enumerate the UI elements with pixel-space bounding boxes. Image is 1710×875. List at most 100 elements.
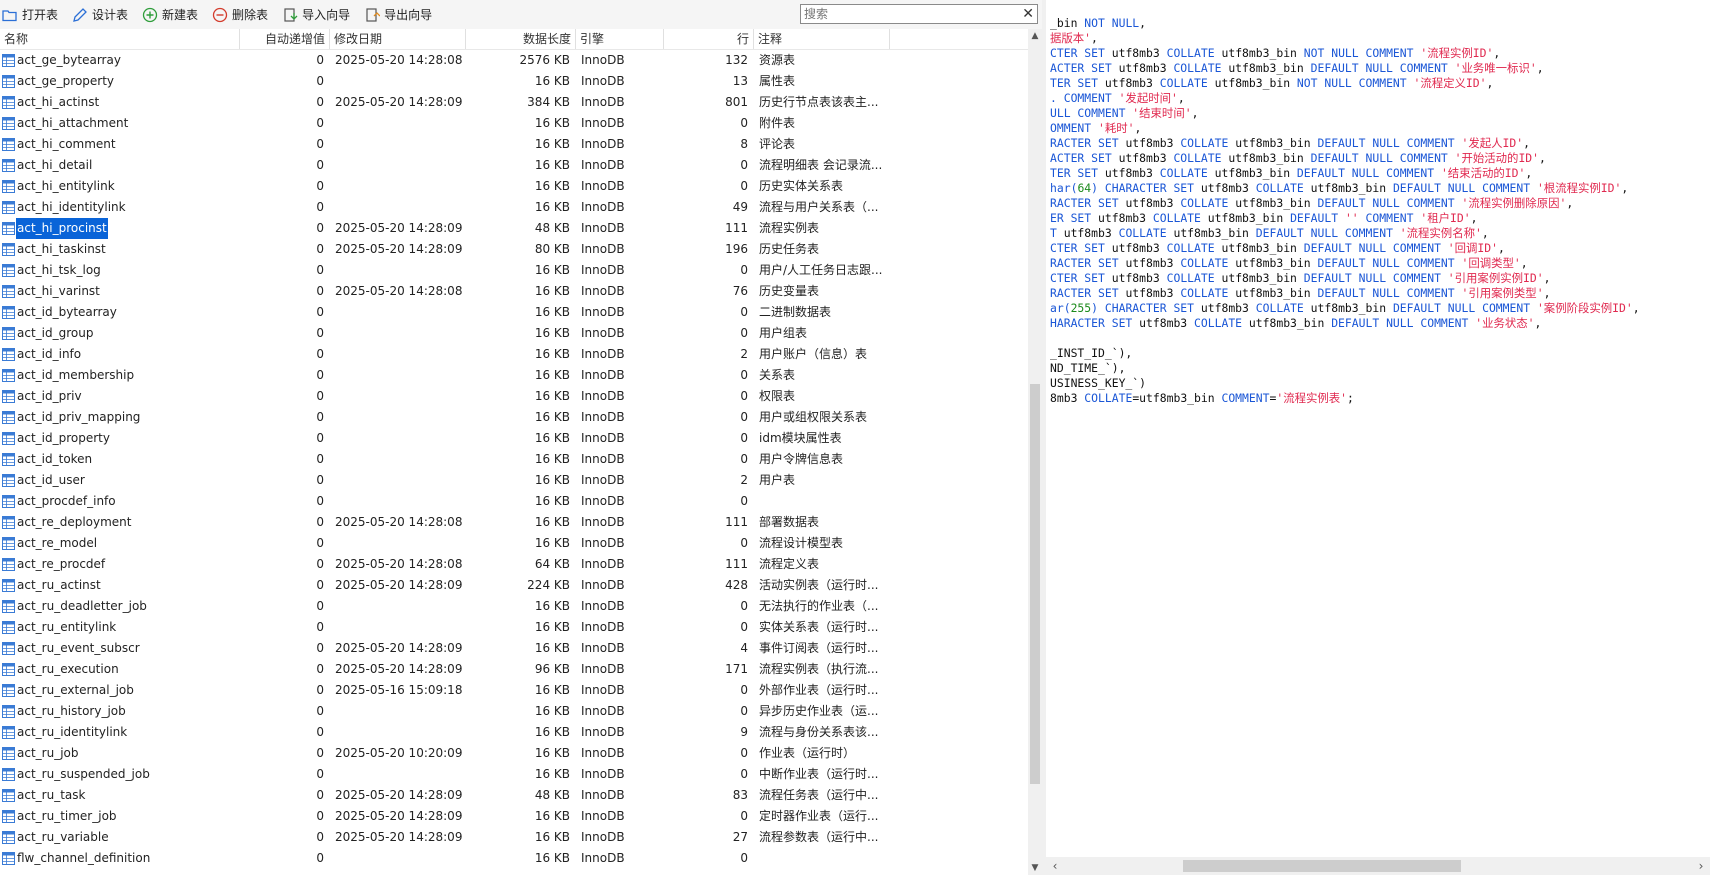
table-name-cell[interactable]: flw_channel_definition: [0, 848, 240, 869]
table-row[interactable]: act_hi_procinst 0 2025-05-20 14:28:09 48 KB…: [0, 218, 1028, 239]
table-name-cell[interactable]: act_id_token: [0, 449, 240, 470]
table-row[interactable]: act_re_model 0 16 KB InnoDB 0 流程设计模型表: [0, 533, 1028, 554]
table-name-cell[interactable]: act_id_priv: [0, 386, 240, 407]
open-table-button[interactable]: 打开表: [0, 4, 62, 26]
column-header-rows[interactable]: 行: [664, 29, 754, 49]
table-name-cell[interactable]: act_ru_history_job: [0, 701, 240, 722]
table-name-cell[interactable]: act_ru_timer_job: [0, 806, 240, 827]
table-row[interactable]: act_id_user 0 16 KB InnoDB 2 用户表: [0, 470, 1028, 491]
export-wizard-button[interactable]: 导出向导: [362, 4, 436, 26]
table-name-cell[interactable]: act_ru_execution: [0, 659, 240, 680]
column-header-modified-date[interactable]: 修改日期: [330, 29, 466, 49]
table-name-cell[interactable]: act_ru_suspended_job: [0, 764, 240, 785]
table-name-cell[interactable]: act_hi_varinst: [0, 281, 240, 302]
table-list-vertical-scrollbar[interactable]: ▲ ▼: [1028, 29, 1042, 875]
scroll-up-icon[interactable]: ▲: [1028, 29, 1042, 43]
table-row[interactable]: act_hi_taskinst 0 2025-05-20 14:28:09 80 KB…: [0, 239, 1028, 260]
scrollbar-thumb[interactable]: [1030, 384, 1040, 784]
table-row[interactable]: act_id_token 0 16 KB InnoDB 0 用户令牌信息表: [0, 449, 1028, 470]
table-name-cell[interactable]: act_ge_bytearray: [0, 50, 240, 71]
table-row[interactable]: act_ru_timer_job 0 2025-05-20 14:28:09 16 K…: [0, 806, 1028, 827]
table-row[interactable]: act_ru_variable 0 2025-05-20 14:28:09 16 KB…: [0, 827, 1028, 848]
ddl-horizontal-scrollbar[interactable]: ‹ ›: [1046, 857, 1710, 875]
table-row[interactable]: act_ru_suspended_job 0 16 KB InnoDB 0 中断作业表（运…: [0, 764, 1028, 785]
table-row[interactable]: flw_channel_definition 0 16 KB InnoDB 0: [0, 848, 1028, 869]
table-name-cell[interactable]: act_hi_procinst: [0, 218, 240, 239]
table-name-cell[interactable]: act_ru_deadletter_job: [0, 596, 240, 617]
import-wizard-button[interactable]: 导入向导: [280, 4, 354, 26]
scroll-down-icon[interactable]: ▼: [1028, 861, 1042, 875]
table-name-cell[interactable]: act_hi_actinst: [0, 92, 240, 113]
table-row[interactable]: act_id_info 0 16 KB InnoDB 2 用户账户（信息）表: [0, 344, 1028, 365]
column-header-data-length[interactable]: 数据长度: [466, 29, 576, 49]
table-name-cell[interactable]: act_id_priv_mapping: [0, 407, 240, 428]
table-row[interactable]: act_ru_external_job 0 2025-05-16 15:09:18 1…: [0, 680, 1028, 701]
table-name-cell[interactable]: act_hi_attachment: [0, 113, 240, 134]
table-name-cell[interactable]: act_hi_identitylink: [0, 197, 240, 218]
table-name-cell[interactable]: act_hi_tsk_log: [0, 260, 240, 281]
table-row[interactable]: act_procdef_info 0 16 KB InnoDB 0: [0, 491, 1028, 512]
table-row[interactable]: act_hi_comment 0 16 KB InnoDB 8 评论表: [0, 134, 1028, 155]
design-table-button[interactable]: 设计表: [70, 4, 132, 26]
table-name-cell[interactable]: act_id_property: [0, 428, 240, 449]
table-row[interactable]: act_ru_task 0 2025-05-20 14:28:09 48 KB Inno…: [0, 785, 1028, 806]
table-row[interactable]: act_id_group 0 16 KB InnoDB 0 用户组表: [0, 323, 1028, 344]
table-name-cell[interactable]: act_id_info: [0, 344, 240, 365]
table-name-cell[interactable]: act_id_group: [0, 323, 240, 344]
close-icon[interactable]: ✕: [1022, 6, 1034, 22]
table-name-cell[interactable]: act_ru_event_subscr: [0, 638, 240, 659]
table-row[interactable]: act_id_bytearray 0 16 KB InnoDB 0 二进制数据表: [0, 302, 1028, 323]
table-name-cell[interactable]: act_ru_identitylink: [0, 722, 240, 743]
table-name-cell[interactable]: act_ru_entitylink: [0, 617, 240, 638]
search-input[interactable]: [801, 5, 1017, 23]
table-row[interactable]: act_hi_tsk_log 0 16 KB InnoDB 0 用户/人工任务日志跟...: [0, 260, 1028, 281]
table-row[interactable]: act_ru_identitylink 0 16 KB InnoDB 9 流程与身份关系表…: [0, 722, 1028, 743]
table-name-cell[interactable]: act_procdef_info: [0, 491, 240, 512]
table-row[interactable]: act_ge_property 0 16 KB InnoDB 13 属性表: [0, 71, 1028, 92]
table-name-cell[interactable]: act_ru_actinst: [0, 575, 240, 596]
table-row[interactable]: act_id_membership 0 16 KB InnoDB 0 关系表: [0, 365, 1028, 386]
table-name-cell[interactable]: act_re_model: [0, 533, 240, 554]
table-row[interactable]: act_hi_entitylink 0 16 KB InnoDB 0 历史实体关系表: [0, 176, 1028, 197]
delete-table-button[interactable]: 删除表: [210, 4, 272, 26]
column-header-engine[interactable]: 引擎: [576, 29, 664, 49]
table-name-cell[interactable]: act_hi_detail: [0, 155, 240, 176]
table-row[interactable]: act_ru_event_subscr 0 2025-05-20 14:28:09 1…: [0, 638, 1028, 659]
column-header-comment[interactable]: 注释: [754, 29, 890, 49]
table-row[interactable]: act_re_deployment 0 2025-05-20 14:28:08 16 …: [0, 512, 1028, 533]
table-row[interactable]: act_hi_attachment 0 16 KB InnoDB 0 附件表: [0, 113, 1028, 134]
table-name-cell[interactable]: act_ru_task: [0, 785, 240, 806]
table-row[interactable]: act_id_priv_mapping 0 16 KB InnoDB 0 用户或组权限关系…: [0, 407, 1028, 428]
table-row[interactable]: act_ru_entitylink 0 16 KB InnoDB 0 实体关系表（运行时.…: [0, 617, 1028, 638]
scroll-left-icon[interactable]: ‹: [1048, 859, 1062, 873]
table-row[interactable]: act_hi_varinst 0 2025-05-20 14:28:08 16 KB I…: [0, 281, 1028, 302]
table-row[interactable]: act_hi_identitylink 0 16 KB InnoDB 49 流程与用户关系…: [0, 197, 1028, 218]
table-row[interactable]: act_re_procdef 0 2025-05-20 14:28:08 64 KB I…: [0, 554, 1028, 575]
table-row[interactable]: act_ru_actinst 0 2025-05-20 14:28:09 224 KB…: [0, 575, 1028, 596]
table-name-cell[interactable]: act_id_bytearray: [0, 302, 240, 323]
table-row[interactable]: act_hi_detail 0 16 KB InnoDB 0 流程明细表 会记录流...: [0, 155, 1028, 176]
table-name-cell[interactable]: act_ru_external_job: [0, 680, 240, 701]
table-name-cell[interactable]: act_ru_job: [0, 743, 240, 764]
table-name-cell[interactable]: act_re_deployment: [0, 512, 240, 533]
table-row[interactable]: act_ge_bytearray 0 2025-05-20 14:28:08 2576…: [0, 50, 1028, 71]
table-row[interactable]: act_ru_execution 0 2025-05-20 14:28:09 96 K…: [0, 659, 1028, 680]
table-name-cell[interactable]: act_hi_comment: [0, 134, 240, 155]
table-name-cell[interactable]: act_hi_taskinst: [0, 239, 240, 260]
table-name-cell[interactable]: act_ru_variable: [0, 827, 240, 848]
table-row[interactable]: act_id_property 0 16 KB InnoDB 0 idm模块属性表: [0, 428, 1028, 449]
table-name-cell[interactable]: act_id_membership: [0, 365, 240, 386]
table-row[interactable]: act_ru_history_job 0 16 KB InnoDB 0 异步历史作业表（运…: [0, 701, 1028, 722]
table-name-cell[interactable]: act_ge_property: [0, 71, 240, 92]
scrollbar-thumb[interactable]: [1183, 860, 1461, 872]
table-row[interactable]: act_id_priv 0 16 KB InnoDB 0 权限表: [0, 386, 1028, 407]
table-name-cell[interactable]: act_id_user: [0, 470, 240, 491]
table-name-cell[interactable]: act_re_procdef: [0, 554, 240, 575]
table-row[interactable]: act_ru_job 0 2025-05-20 10:20:09 16 KB InnoD…: [0, 743, 1028, 764]
table-row[interactable]: act_ru_deadletter_job 0 16 KB InnoDB 0 无法执行的作…: [0, 596, 1028, 617]
scroll-right-icon[interactable]: ›: [1694, 859, 1708, 873]
column-header-auto-increment[interactable]: 自动递增值: [240, 29, 330, 49]
column-header-name[interactable]: 名称: [0, 29, 240, 49]
table-name-cell[interactable]: act_hi_entitylink: [0, 176, 240, 197]
new-table-button[interactable]: 新建表: [140, 4, 202, 26]
